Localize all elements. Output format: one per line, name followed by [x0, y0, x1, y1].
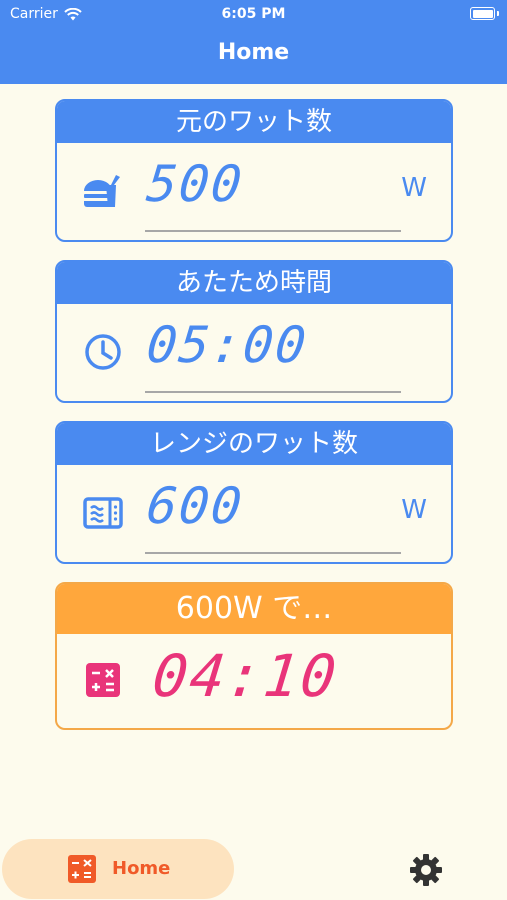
result-header: 600W で…	[57, 584, 451, 634]
status-bar: Carrier 6:05 PM	[0, 0, 507, 30]
calculator-icon	[68, 855, 96, 883]
range-watt-unit: W	[401, 495, 427, 525]
original-watt-underline	[145, 230, 401, 232]
app-bar: Carrier 6:05 PM Home	[0, 0, 507, 84]
range-watt-input[interactable]: 600	[144, 477, 246, 535]
original-watt-input[interactable]: 500	[144, 155, 246, 213]
calculator-icon	[81, 658, 125, 702]
food-icon	[81, 169, 125, 213]
range-watt-underline	[145, 552, 401, 554]
range-watt-card: レンジのワット数 600 W	[55, 421, 453, 564]
heat-time-card: あたため時間 05:00	[55, 260, 453, 403]
status-time: 6:05 PM	[221, 6, 286, 22]
heat-time-header: あたため時間	[57, 262, 451, 304]
original-watt-header: 元のワット数	[57, 101, 451, 143]
battery-icon	[470, 7, 499, 20]
bottom-nav: Home	[0, 826, 507, 900]
original-watt-unit: W	[401, 173, 427, 203]
range-watt-header: レンジのワット数	[57, 423, 451, 465]
heat-time-underline	[145, 391, 401, 393]
nav-home-label: Home	[112, 858, 171, 879]
nav-home-button[interactable]: Home	[2, 839, 234, 899]
gear-icon[interactable]	[408, 852, 444, 888]
heat-time-input[interactable]: 05:00	[144, 316, 311, 374]
original-watt-card: 元のワット数 500 W	[55, 99, 453, 242]
result-card: 600W で… 04:10	[55, 582, 453, 730]
result-value: 04:10	[149, 642, 342, 710]
page-title: Home	[217, 40, 290, 65]
clock-icon	[81, 330, 125, 374]
microwave-icon	[81, 491, 125, 535]
